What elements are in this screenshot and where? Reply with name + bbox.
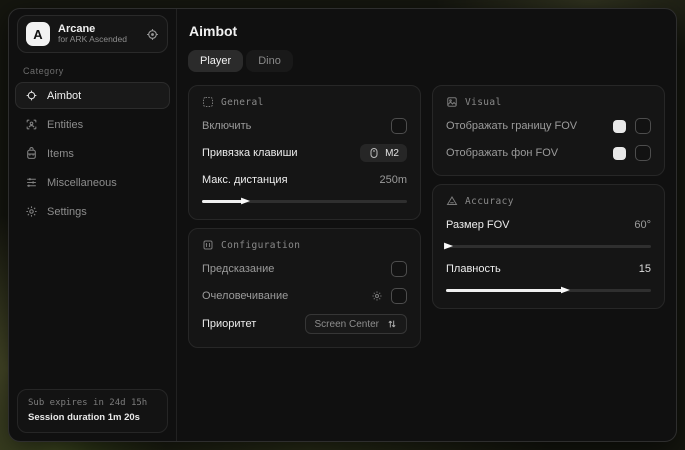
scan-person-icon xyxy=(202,96,214,108)
fov-border-label: Отображать границу FOV xyxy=(446,120,613,132)
enable-label: Включить xyxy=(202,120,391,132)
slider-thumb[interactable] xyxy=(561,286,570,295)
delta-icon xyxy=(446,195,458,207)
crosshair-icon xyxy=(25,89,38,102)
accuracy-card: Accuracy Размер FOV 60° Плавность xyxy=(432,184,665,309)
humanize-checkbox[interactable] xyxy=(391,288,407,304)
sidebar-item-items[interactable]: Items xyxy=(15,140,170,167)
prediction-label: Предсказание xyxy=(202,263,391,275)
sort-arrows-icon xyxy=(387,319,397,329)
tab-dino[interactable]: Dino xyxy=(246,50,293,72)
session-card: Sub expires in 24d 15h Session duration … xyxy=(17,389,168,433)
prediction-row: Предсказание xyxy=(202,260,407,278)
sidebar-item-label: Entities xyxy=(47,119,83,131)
sidebar-item-entities[interactable]: Entities xyxy=(15,111,170,138)
tab-bar: Player Dino xyxy=(188,50,665,72)
sidebar-item-miscellaneous[interactable]: Miscellaneous xyxy=(15,169,170,196)
app-logo: A xyxy=(26,22,50,46)
card-title: Visual xyxy=(465,97,502,108)
smoothness-label: Плавность xyxy=(446,263,639,275)
image-icon xyxy=(446,96,458,108)
tune-icon xyxy=(202,239,214,251)
max-distance-label: Макс. дистанция xyxy=(202,174,379,186)
sub-expires-text: Sub expires in 24d 15h xyxy=(28,397,157,411)
keybind-row: Привязка клавиши M2 xyxy=(202,144,407,162)
sidebar-item-aimbot[interactable]: Aimbot xyxy=(15,82,170,109)
app-window: A Arcane for ARK Ascended Category Aimbo… xyxy=(8,8,677,442)
max-distance-slider[interactable] xyxy=(202,196,407,206)
fov-border-color-swatch[interactable] xyxy=(613,120,626,133)
max-distance-row: Макс. дистанция 250m xyxy=(202,171,407,189)
sliders-icon xyxy=(25,176,38,189)
app-subtitle: for ARK Ascended xyxy=(58,35,138,45)
card-title: Accuracy xyxy=(465,196,514,207)
keybind-button[interactable]: M2 xyxy=(360,144,407,162)
priority-dropdown[interactable]: Screen Center xyxy=(305,314,407,334)
fov-bg-checkbox[interactable] xyxy=(635,145,651,161)
configuration-card: Configuration Предсказание Очеловечивани… xyxy=(188,228,421,348)
sidebar-nav: Aimbot Entities Items Miscellaneous xyxy=(15,82,170,225)
target-icon[interactable] xyxy=(146,28,159,41)
gear-icon xyxy=(25,205,38,218)
fov-size-value: 60° xyxy=(634,219,651,231)
prediction-checkbox[interactable] xyxy=(391,261,407,277)
backpack-icon xyxy=(25,147,38,160)
max-distance-value: 250m xyxy=(379,174,407,186)
smoothness-slider[interactable] xyxy=(446,285,651,295)
fov-size-slider[interactable] xyxy=(446,241,651,251)
priority-row: Приоритет Screen Center xyxy=(202,314,407,334)
main-content: Aimbot Player Dino General Включить xyxy=(177,9,676,441)
fov-border-checkbox[interactable] xyxy=(635,118,651,134)
category-label: Category xyxy=(23,66,162,76)
sidebar-item-label: Miscellaneous xyxy=(47,177,117,189)
app-brand: A Arcane for ARK Ascended xyxy=(17,15,168,53)
sidebar-item-label: Aimbot xyxy=(47,90,81,102)
fov-border-row: Отображать границу FOV xyxy=(446,117,651,135)
smoothness-row: Плавность 15 xyxy=(446,260,651,278)
slider-thumb[interactable] xyxy=(241,197,250,206)
priority-value: Screen Center xyxy=(315,319,379,330)
page-title: Aimbot xyxy=(189,23,665,39)
tab-player[interactable]: Player xyxy=(188,50,243,72)
keybind-value: M2 xyxy=(385,148,399,159)
humanize-label: Очеловечивание xyxy=(202,290,371,302)
priority-label: Приоритет xyxy=(202,318,305,330)
sidebar-item-label: Settings xyxy=(47,206,87,218)
fov-bg-row: Отображать фон FOV xyxy=(446,144,651,162)
card-title: Configuration xyxy=(221,240,300,251)
entities-scan-icon xyxy=(25,118,38,131)
humanize-settings-icon[interactable] xyxy=(371,290,383,302)
enable-checkbox[interactable] xyxy=(391,118,407,134)
general-card: General Включить Привязка клавиши M2 xyxy=(188,85,421,220)
keybind-label: Привязка клавиши xyxy=(202,147,360,159)
fov-bg-label: Отображать фон FOV xyxy=(446,147,613,159)
humanize-row: Очеловечивание xyxy=(202,287,407,305)
slider-thumb[interactable] xyxy=(444,242,453,251)
fov-size-row: Размер FOV 60° xyxy=(446,216,651,234)
sidebar: A Arcane for ARK Ascended Category Aimbo… xyxy=(9,9,177,441)
sidebar-item-label: Items xyxy=(47,148,74,160)
visual-card: Visual Отображать границу FOV Отображать… xyxy=(432,85,665,176)
fov-size-label: Размер FOV xyxy=(446,219,634,231)
card-title: General xyxy=(221,97,264,108)
mouse-icon xyxy=(368,147,380,159)
enable-row: Включить xyxy=(202,117,407,135)
fov-bg-color-swatch[interactable] xyxy=(613,147,626,160)
session-duration-text: Session duration 1m 20s xyxy=(28,411,157,425)
sidebar-item-settings[interactable]: Settings xyxy=(15,198,170,225)
smoothness-value: 15 xyxy=(639,263,651,275)
